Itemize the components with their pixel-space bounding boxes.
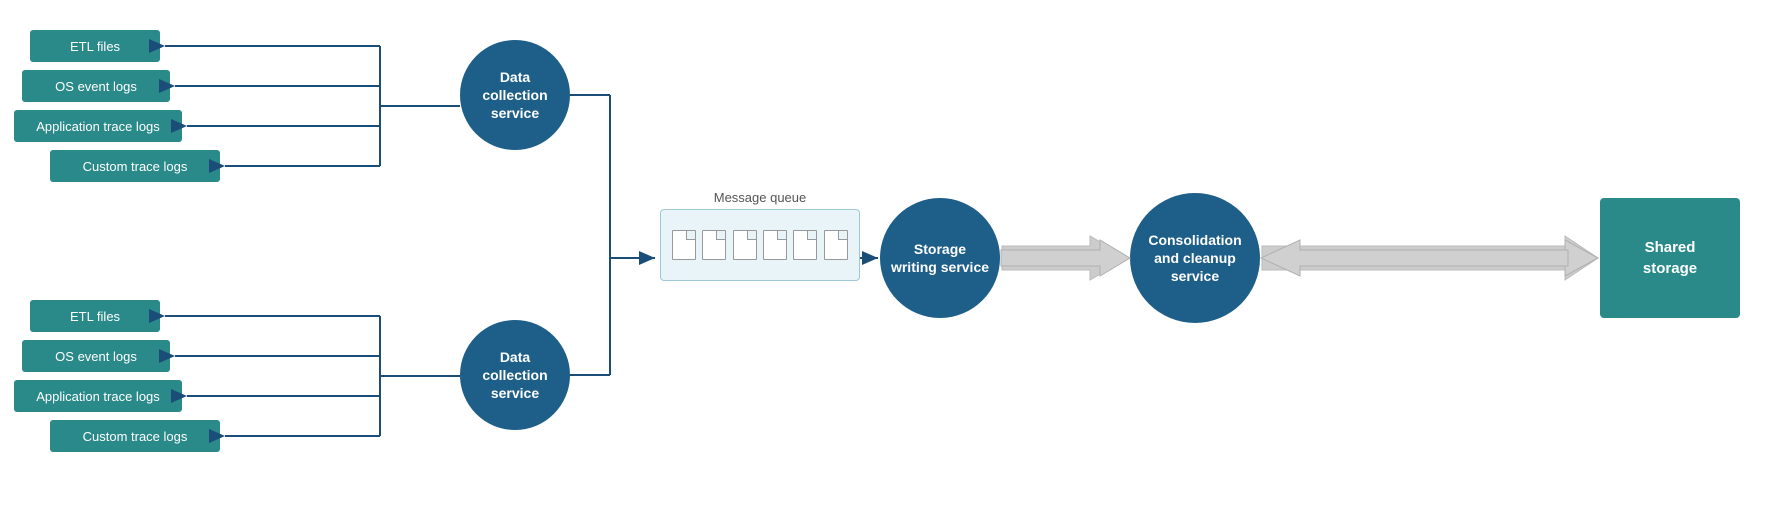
data-collection-service-bot: Data collection service	[460, 320, 570, 430]
etl-files-top: ETL files	[30, 30, 160, 62]
shared-to-consolidation-arrow	[1261, 240, 1568, 276]
app-trace-logs-bot: Application trace logs	[14, 380, 182, 412]
shared-storage: Shared storage	[1600, 198, 1740, 318]
os-event-logs-top: OS event logs	[22, 70, 170, 102]
etl-files-bot: ETL files	[30, 300, 160, 332]
doc-icon-4	[763, 230, 787, 260]
doc-icon-2	[702, 230, 726, 260]
message-queue-box	[660, 209, 860, 281]
message-queue-label: Message queue	[660, 190, 860, 205]
doc-icon-5	[793, 230, 817, 260]
doc-icon-6	[824, 230, 848, 260]
custom-trace-logs-bot: Custom trace logs	[50, 420, 220, 452]
storage-to-consolidation-arrow	[1001, 240, 1130, 276]
app-trace-logs-top: Application trace logs	[14, 110, 182, 142]
diagram-container: ETL files OS event logs Application trac…	[0, 0, 1771, 516]
consolidation-to-shared-arrow	[1290, 240, 1598, 276]
custom-trace-logs-top: Custom trace logs	[50, 150, 220, 182]
storage-writing-service: Storage writing service	[880, 198, 1000, 318]
doc-icon-1	[672, 230, 696, 260]
doc-icon-3	[733, 230, 757, 260]
consolidation-cleanup-service: Consolidation and cleanup service	[1130, 193, 1260, 323]
data-collection-service-top: Data collection service	[460, 40, 570, 150]
message-queue: Message queue	[660, 190, 860, 290]
os-event-logs-bot: OS event logs	[22, 340, 170, 372]
